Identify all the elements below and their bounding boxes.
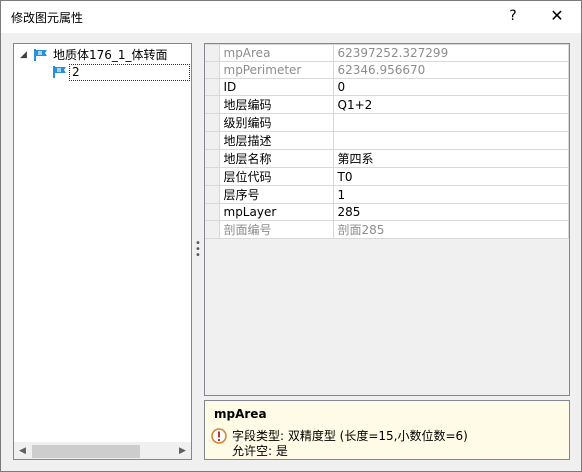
property-name: 级别编码 [218,113,334,132]
property-row[interactable]: 地层描述 [205,131,569,150]
row-gutter [205,78,220,96]
property-row[interactable]: mpLayer 285 [205,203,569,221]
row-gutter [205,149,220,168]
description-nullable: 允许空: 是 [232,444,288,458]
row-gutter [205,203,220,221]
flag-icon [53,66,66,78]
property-value[interactable] [332,113,569,132]
feature-tree[interactable]: ◢ 地质体176_1_体转面 2 ◀ ▶ [13,43,192,460]
property-value: 62397252.327299 [332,44,569,62]
property-value: 剖面285 [332,220,569,239]
property-value: 62346.956670 [332,61,569,79]
info-warning-icon [211,428,227,444]
property-row[interactable]: mpArea 62397252.327299 [205,44,569,62]
property-row[interactable]: 级别编码 [205,113,569,132]
property-name: mpArea [218,44,334,62]
property-value[interactable]: 285 [332,203,569,221]
property-name: 地层描述 [218,131,334,150]
property-name: 剖面编号 [218,220,334,239]
property-name: mpLayer [218,203,334,221]
property-name: 层位代码 [218,167,334,186]
property-name: 层序号 [218,185,334,204]
dialog-window: 修改图元属性 ? ✕ ◢ 地质体176_1_体转面 2 ◀ ▶ • • • mp… [0,0,582,472]
property-value[interactable]: T0 [332,167,569,186]
row-gutter [205,44,220,62]
collapse-arrow-icon[interactable]: ◢ [20,47,27,64]
property-name: 地层名称 [218,149,334,168]
row-gutter [205,113,220,132]
row-gutter [205,95,220,114]
description-panel: mpArea 字段类型: 双精度型 (长度=15,小数位数=6) 允许空: 是 [204,400,570,460]
flag-icon [34,49,47,61]
property-name: 地层编码 [218,95,334,114]
property-row[interactable]: 地层名称 第四系 [205,149,569,168]
splitter-grip-icon[interactable]: • • • [195,239,201,261]
property-table: mpArea 62397252.327299 mpPerimeter 62346.95… [205,44,569,239]
scroll-right-icon[interactable]: ▶ [174,443,191,460]
window-title: 修改图元属性 [11,11,84,25]
help-button[interactable]: ? [501,5,525,27]
property-value[interactable]: 0 [332,78,569,96]
title-bar: 修改图元属性 ? ✕ [1,1,581,33]
property-row[interactable]: 层序号 1 [205,185,569,204]
scroll-thumb[interactable] [32,445,140,458]
row-gutter [205,61,220,79]
horizontal-scrollbar[interactable]: ◀ ▶ [14,442,191,459]
close-button[interactable]: ✕ [541,5,573,27]
property-name: mpPerimeter [218,61,334,79]
row-gutter [205,220,220,239]
property-row[interactable]: 层位代码 T0 [205,167,569,186]
row-gutter [205,167,220,186]
scroll-left-icon[interactable]: ◀ [14,443,31,460]
tree-node-root-label: 地质体176_1_体转面 [53,48,168,62]
description-title: mpArea [214,407,267,421]
property-value[interactable]: 第四系 [332,149,569,168]
property-row[interactable]: mpPerimeter 62346.956670 [205,61,569,79]
property-row[interactable]: ID 0 [205,78,569,96]
property-value[interactable]: 1 [332,185,569,204]
tree-node-child-label: 2 [69,64,190,81]
row-gutter [205,185,220,204]
property-grid: mpArea 62397252.327299 mpPerimeter 62346.95… [204,43,570,396]
property-name: ID [218,78,334,96]
row-gutter [205,131,220,150]
property-row[interactable]: 地层编码 Q1+2 [205,95,569,114]
property-value[interactable]: Q1+2 [332,95,569,114]
property-value[interactable] [332,131,569,150]
property-row[interactable]: 剖面编号 剖面285 [205,220,569,239]
